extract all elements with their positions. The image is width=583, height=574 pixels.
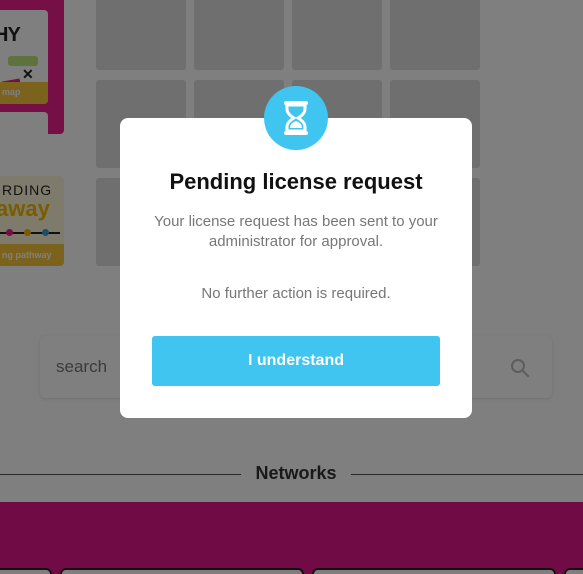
- dialog-title: Pending license request: [169, 169, 423, 194]
- understand-button[interactable]: I understand: [152, 336, 440, 386]
- hourglass-icon: [284, 101, 308, 135]
- dialog-note: No further action is required.: [201, 285, 391, 302]
- license-request-dialog: Pending license request Your license req…: [120, 86, 472, 418]
- dialog-message: Your license request has been sent to yo…: [154, 213, 438, 250]
- hourglass-badge: [264, 86, 328, 150]
